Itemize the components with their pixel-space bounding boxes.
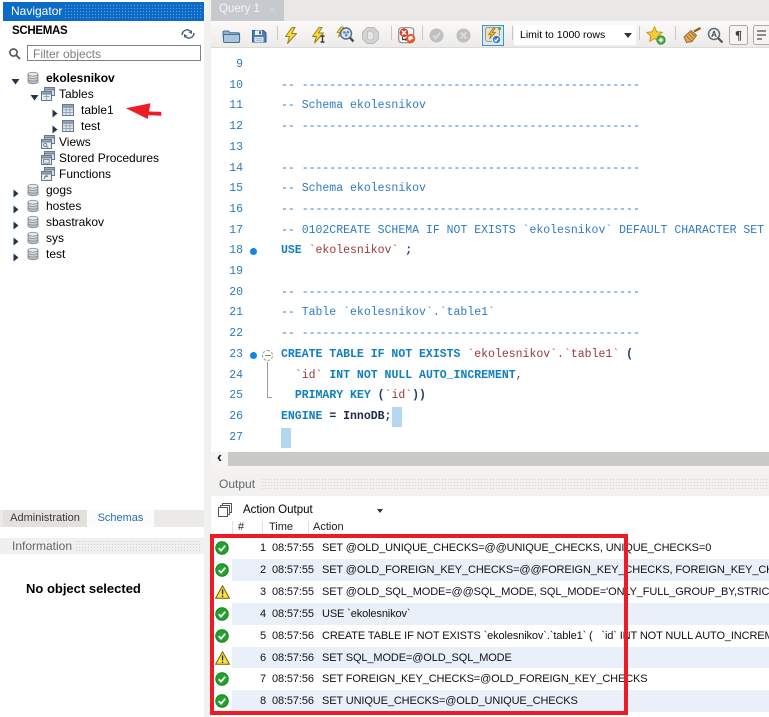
svg-text:¶: ¶ <box>735 28 742 43</box>
svg-text:A: A <box>711 30 717 39</box>
